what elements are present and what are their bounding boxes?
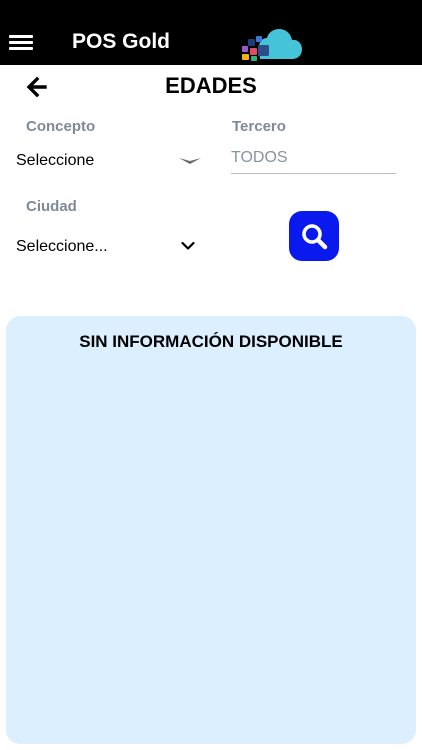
ciudad-select[interactable]: Seleccione... [16,234,204,260]
app-title: POS Gold [72,30,171,53]
magnifier-icon [302,224,328,250]
tercero-label: Tercero [232,118,286,135]
search-button[interactable] [289,211,339,261]
concepto-select[interactable]: Seleccione [16,148,204,174]
cloud-logo-icon [242,29,302,61]
concepto-select-value: Seleccione [16,152,95,169]
concepto-label: Concepto [26,118,96,135]
tercero-input[interactable] [231,143,396,174]
page-title: EDADES [165,73,257,98]
no-data-message: SIN INFORMACIÓN DISPONIBLE [79,332,343,351]
ciudad-label: Ciudad [26,198,77,215]
caret-down-icon [179,158,201,164]
hamburger-menu-icon[interactable] [9,32,33,52]
results-panel: SIN INFORMACIÓN DISPONIBLE [6,316,416,744]
app-header: POS Gold [0,0,422,65]
ciudad-select-value: Seleccione... [16,238,108,255]
chevron-down-icon [181,241,195,250]
